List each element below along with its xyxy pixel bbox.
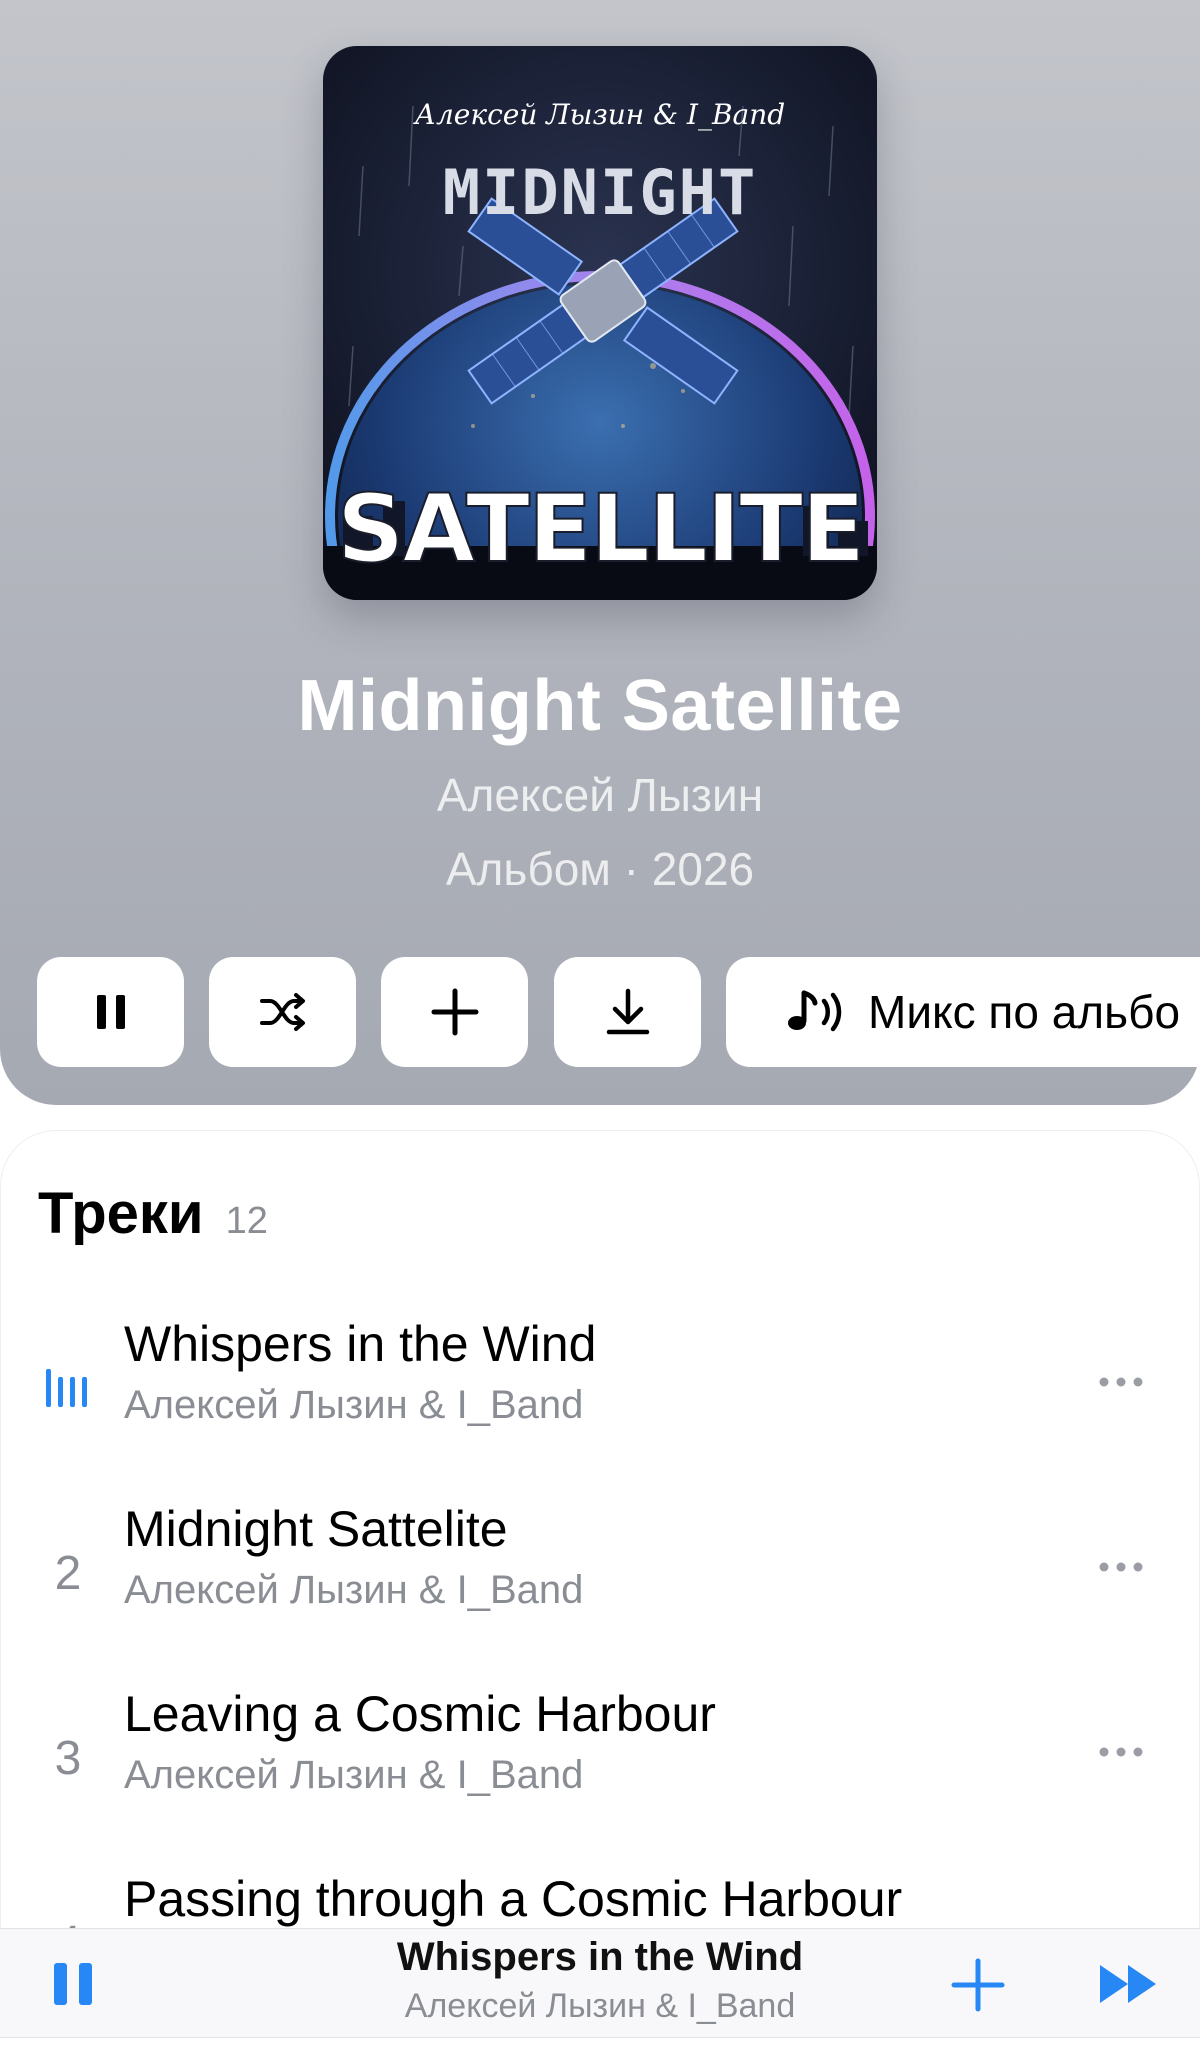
album-cover: Алексей Лызин & I_Band MIDNIGHT SATELLIT… [323,46,877,600]
svg-text:SATELLITE: SATELLITE [337,475,864,584]
download-button[interactable] [554,957,701,1067]
album-artist-link[interactable]: Алексей Лызин [0,768,1200,822]
plus-icon[interactable] [950,1957,1006,2013]
album-cover-art: Алексей Лызин & I_Band MIDNIGHT SATELLIT… [323,46,877,600]
album-actions-row: Микс по альбо [0,957,1200,1067]
bottom-safe-area [0,2038,1200,2067]
now-playing-equalizer-icon [46,1369,87,1407]
tracks-count: 12 [225,1200,268,1242]
music-note-waves-icon [788,990,842,1032]
track-row[interactable]: 2 Midnight Sattelite Алексей Лызин & I_B… [0,1500,1200,1650]
album-title: Midnight Satellite [297,666,903,746]
track-artist: Алексей Лызин & I_Band [124,1753,584,1797]
track-row[interactable]: 3 Leaving a Cosmic Harbour Алексей Лызин… [0,1685,1200,1835]
mini-player[interactable]: Whispers in the Wind Алексей Лызин & I_B… [0,1928,1200,2038]
album-mix-label: Микс по альбо [868,986,1181,1038]
track-number: 2 [54,1547,82,1600]
track-title: Whispers in the Wind [124,1316,597,1372]
tracks-heading: Треки 12 [38,1180,268,1247]
track-artist: Алексей Лызин & I_Band [124,1383,584,1427]
tracks-title: Треки [38,1181,204,1246]
more-options-icon[interactable] [1096,1737,1146,1767]
more-options-icon[interactable] [1096,1552,1146,1582]
mini-player-artist: Алексей Лызин & I_Band [404,1987,796,2025]
mini-player-title: Whispers in the Wind [396,1935,804,1979]
next-track-icon[interactable] [1098,1961,1160,2007]
track-number: 3 [54,1732,82,1785]
more-options-icon[interactable] [1096,1367,1146,1397]
pause-icon [96,995,125,1029]
svg-text:MIDNIGHT: MIDNIGHT [443,156,758,229]
track-artist: Алексей Лызин & I_Band [124,1568,584,1612]
album-mix-button[interactable]: Микс по альбо [726,957,1200,1067]
track-row[interactable]: Whispers in the Wind Алексей Лызин & I_B… [0,1315,1200,1465]
album-meta: Альбом · 2026 [445,843,755,895]
svg-text:Алексей Лызин & I_Band: Алексей Лызин & I_Band [413,98,785,131]
track-title: Leaving a Cosmic Harbour [124,1686,716,1742]
plus-icon [431,988,478,1036]
shuffle-icon [259,993,305,1031]
pause-button[interactable] [37,957,184,1067]
track-title: Midnight Sattelite [124,1501,508,1557]
track-title: Passing through a Cosmic Harbour [124,1871,903,1927]
add-album-button[interactable] [381,957,528,1067]
download-icon [606,988,649,1035]
album-header: Алексей Лызин & I_Band MIDNIGHT SATELLIT… [0,0,1200,1105]
shuffle-button[interactable] [209,957,356,1067]
